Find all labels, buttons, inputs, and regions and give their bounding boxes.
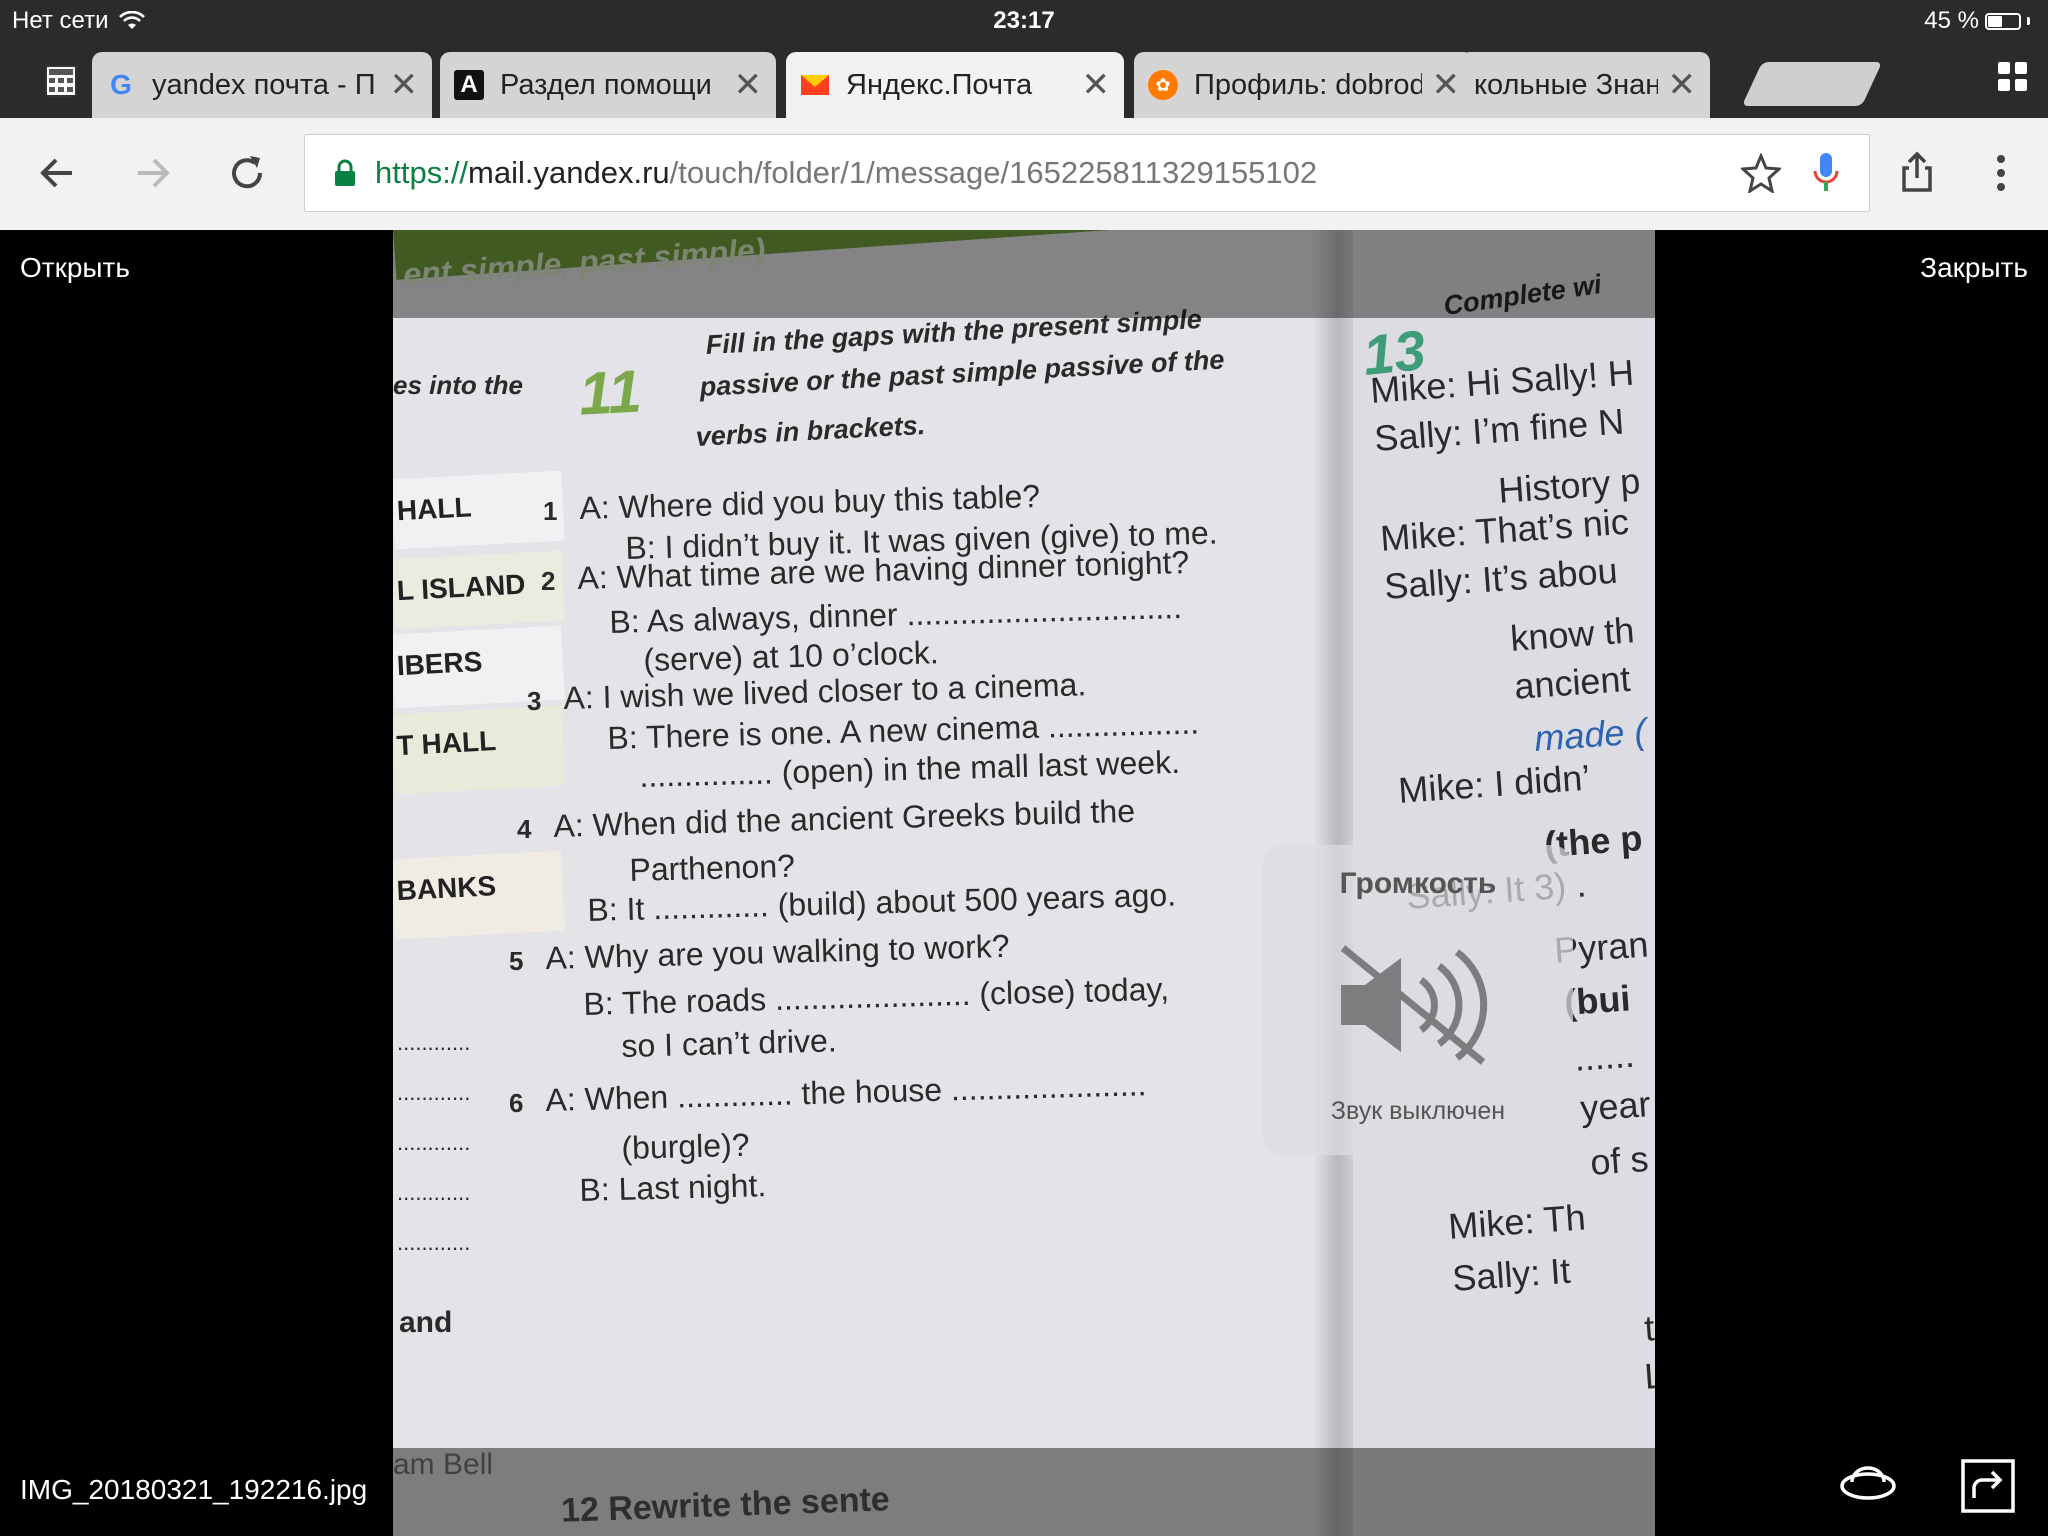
side-tab: BANKS bbox=[393, 850, 565, 940]
dialogue-line: ancient bbox=[1513, 657, 1632, 707]
status-right: 45 % bbox=[1924, 7, 2030, 35]
dialogue-line: Sally: It bbox=[1451, 1249, 1572, 1299]
exercise-line: B: Last night. bbox=[579, 1167, 767, 1208]
exercise-number: 11 bbox=[577, 357, 644, 428]
left-and: and bbox=[399, 1306, 453, 1339]
forward-arrow-icon[interactable] bbox=[128, 148, 178, 198]
dialogue-line: know th bbox=[1509, 609, 1636, 659]
share-icon[interactable] bbox=[1892, 148, 1942, 198]
image-viewer: Открыть Закрыть ent simple, past simple)… bbox=[0, 230, 2048, 1536]
hud-title: Громкость bbox=[1339, 867, 1497, 900]
dialogue-line: of s bbox=[1589, 1137, 1650, 1183]
dialogue-line: (bui bbox=[1563, 977, 1632, 1023]
a-letter-icon: A bbox=[454, 70, 484, 100]
calculator-icon[interactable] bbox=[44, 64, 78, 98]
exercise-line: so I can’t drive. bbox=[621, 1022, 838, 1064]
close-icon[interactable]: ✕ bbox=[1668, 68, 1697, 102]
exercise-line: (burgle)? bbox=[621, 1126, 750, 1166]
dialogue-line: Li bbox=[1643, 1354, 1655, 1397]
reload-icon[interactable] bbox=[222, 148, 272, 198]
lock-icon bbox=[335, 159, 355, 186]
image-filename: IMG_20180321_192216.jpg bbox=[20, 1474, 368, 1505]
left-dots: ............ bbox=[397, 1180, 471, 1205]
address-bar[interactable]: https://mail.yandex.ru/touch/folder/1/me… bbox=[304, 134, 1870, 212]
tab-title: кольные Знан bbox=[1474, 68, 1658, 101]
new-tab-button[interactable] bbox=[1741, 62, 1883, 106]
close-icon[interactable]: ✕ bbox=[1082, 68, 1111, 102]
more-menu-icon[interactable] bbox=[1976, 148, 2026, 198]
yandex-mail-icon bbox=[801, 75, 829, 95]
profile-site-icon: ✿ bbox=[1148, 70, 1178, 100]
photo: ent simple, past simple) es into the HAL… bbox=[393, 230, 1655, 1536]
volume-hud: Громкость Звук выключен bbox=[1263, 845, 1573, 1155]
tab-help[interactable]: A Раздел помощи ✕ bbox=[440, 52, 776, 118]
left-dots: ............ bbox=[397, 1030, 471, 1055]
dialogue-line: made ( bbox=[1533, 710, 1648, 759]
battery-fill bbox=[1988, 15, 2002, 27]
share-forward-icon[interactable] bbox=[1960, 1458, 2016, 1514]
close-icon[interactable]: ✕ bbox=[390, 68, 419, 102]
tab-yandex-mail[interactable]: Яндекс.Почта ✕ bbox=[786, 52, 1124, 118]
close-button[interactable]: Закрыть bbox=[1920, 252, 2028, 284]
dialogue-line: ...... bbox=[1573, 1033, 1636, 1079]
url-host: mail.yandex.ru bbox=[468, 155, 670, 190]
battery-percent: 45 % bbox=[1924, 7, 1979, 34]
back-arrow-icon[interactable] bbox=[32, 148, 82, 198]
tab-google[interactable]: G yandex почта - П ✕ bbox=[92, 52, 432, 118]
battery-tip bbox=[2027, 17, 2030, 25]
side-tab: T HALL bbox=[393, 705, 565, 795]
url-scheme: https:// bbox=[375, 155, 469, 190]
line-number: 4 bbox=[517, 814, 532, 844]
tab-znaniya[interactable]: кольные Знан ✕ bbox=[1460, 52, 1710, 118]
close-icon[interactable]: ✕ bbox=[734, 68, 763, 102]
left-dots: ............ bbox=[397, 1130, 471, 1155]
line-number: 1 bbox=[543, 496, 558, 526]
tab-title: Профиль: dobrod bbox=[1194, 68, 1422, 101]
side-tab: L ISLAND bbox=[393, 550, 565, 630]
cloud-save-icon[interactable] bbox=[1838, 1460, 1898, 1506]
tab-title: Раздел помощи bbox=[500, 68, 712, 101]
tab-title: yandex почта - П bbox=[152, 68, 376, 101]
line-number: 5 bbox=[509, 946, 524, 976]
star-bookmark-icon[interactable] bbox=[1741, 153, 1781, 193]
side-tab: HALL bbox=[393, 470, 565, 550]
browser-toolbar: https://mail.yandex.ru/touch/folder/1/me… bbox=[0, 118, 2048, 230]
open-button[interactable]: Открыть bbox=[20, 252, 130, 284]
clock: 23:17 bbox=[993, 7, 1055, 34]
url-path: /touch/folder/1/message/1652258113291551… bbox=[669, 155, 1318, 190]
exercise-line: Parthenon? bbox=[629, 847, 796, 888]
line-number: 3 bbox=[527, 686, 542, 716]
tab-switcher-icon[interactable] bbox=[1998, 62, 2028, 92]
viewer-shade-top bbox=[393, 230, 1655, 318]
tab-strip: G yandex почта - П ✕ A Раздел помощи ✕ Я… bbox=[0, 42, 2048, 118]
left-dots: ............ bbox=[397, 1080, 471, 1105]
tab-profile[interactable]: ✿ Профиль: dobrod ✕ bbox=[1134, 52, 1474, 118]
left-dots: ............ bbox=[397, 1230, 471, 1255]
microphone-icon[interactable] bbox=[1811, 151, 1841, 195]
dialogue-line: ta bbox=[1643, 1305, 1655, 1349]
viewer-shade-bottom bbox=[393, 1448, 1655, 1536]
status-bar: Нет сети 23:17 45 % bbox=[0, 0, 2048, 42]
left-cut-text: es into the bbox=[393, 370, 524, 400]
close-icon[interactable]: ✕ bbox=[1432, 68, 1461, 102]
dialogue-line: year bbox=[1579, 1083, 1652, 1129]
hud-subtitle: Звук выключен bbox=[1330, 1097, 1506, 1125]
google-icon: G bbox=[110, 69, 132, 100]
battery-icon bbox=[1985, 12, 2021, 30]
line-number: 2 bbox=[541, 566, 556, 596]
line-number: 6 bbox=[509, 1088, 524, 1118]
speaker-muted-icon bbox=[1340, 945, 1488, 1065]
tab-title: Яндекс.Почта bbox=[846, 68, 1033, 101]
